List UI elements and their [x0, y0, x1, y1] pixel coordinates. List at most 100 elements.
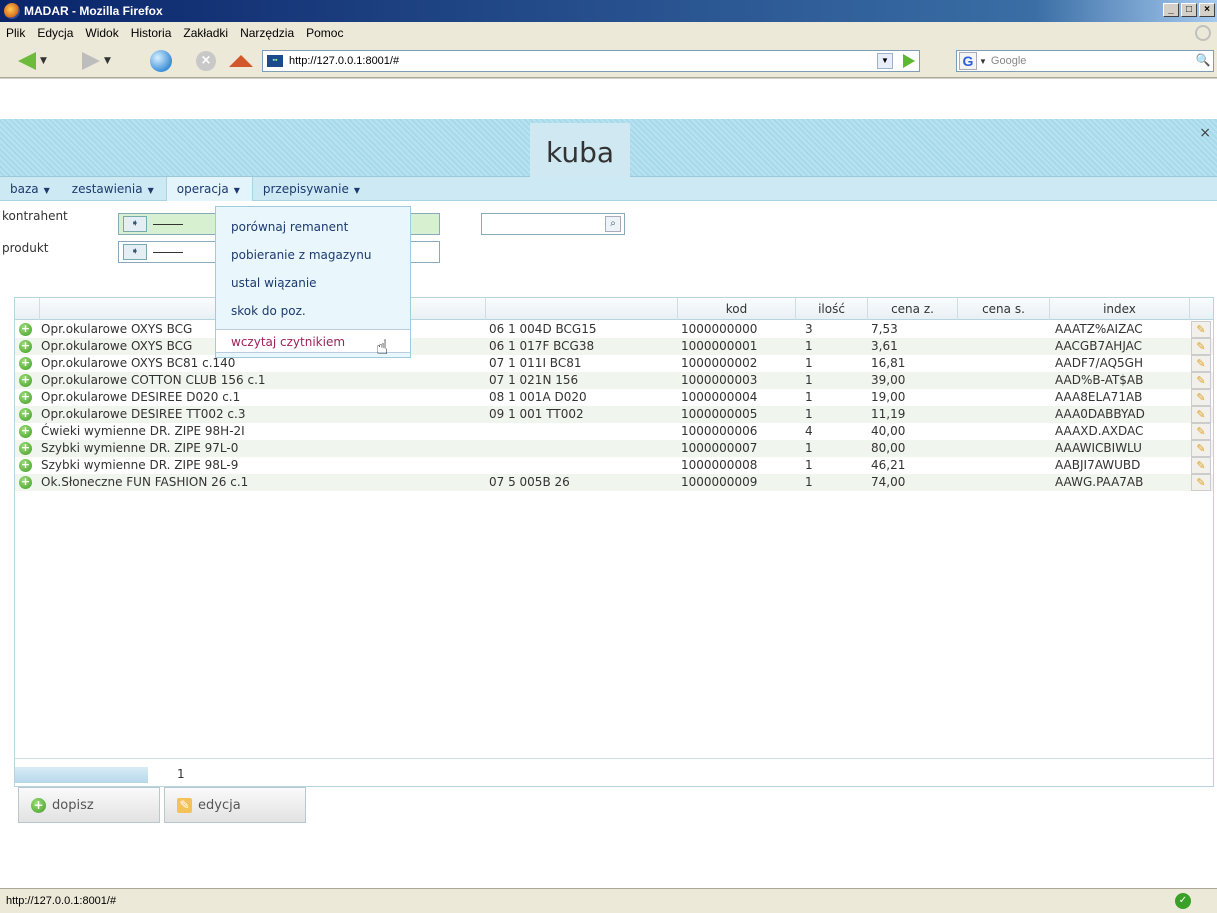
grid-header-cena-s[interactable]: cena s.	[957, 298, 1049, 320]
row-edit-pencil-icon[interactable]: ✎	[1191, 372, 1211, 389]
search-engine-icon[interactable]: G	[959, 52, 977, 70]
dropdown-item-pobieranie[interactable]: pobieranie z magazynu	[216, 243, 410, 267]
add-button-label: dopisz	[52, 797, 94, 813]
table-row[interactable]: + Szybki wymienne DR. ZIPE 97L-0 100000000…	[15, 440, 1213, 457]
address-bar[interactable]: ▪▪ http://127.0.0.1:8001/# ▼	[262, 50, 920, 72]
edit-button[interactable]: ✎ edycja	[164, 787, 306, 823]
cell-kod: 1000000006	[681, 424, 758, 438]
status-url: http://127.0.0.1:8001/#	[6, 895, 117, 907]
grid-footer: 1	[15, 758, 1213, 786]
table-row[interactable]: + Ok.Słoneczne FUN FASHION 26 c.1 07 5 005…	[15, 474, 1213, 491]
combo-arrow-icon[interactable]: ➧	[123, 216, 147, 232]
menu-help[interactable]: Pomoc	[306, 26, 343, 40]
close-icon[interactable]: ×	[1199, 125, 1211, 141]
cell-index: AAAWICBIWLU	[1055, 441, 1142, 455]
close-window-button[interactable]: ×	[1199, 3, 1215, 17]
search-icon[interactable]: 🔍	[1195, 53, 1211, 69]
filter-search-input[interactable]: ⌕	[481, 213, 625, 235]
pager-bar[interactable]	[15, 767, 148, 783]
table-row[interactable]: + Opr.okularowe DESIREE TT002 c.3 09 1 001…	[15, 406, 1213, 423]
minimize-button[interactable]: _	[1163, 3, 1179, 17]
menu-view[interactable]: Widok	[85, 26, 118, 40]
cell-kod: 1000000004	[681, 390, 758, 404]
grid-header-ilosc[interactable]: ilość	[795, 298, 867, 320]
menu-file[interactable]: Plik	[6, 26, 25, 40]
produkt-label: produkt	[2, 241, 49, 255]
menu-history[interactable]: Historia	[131, 26, 172, 40]
cell-qty: 4	[805, 424, 813, 438]
row-edit-pencil-icon[interactable]: ✎	[1191, 321, 1211, 338]
menu-baza[interactable]: baza ▼	[0, 177, 62, 201]
search-icon[interactable]: ⌕	[605, 216, 621, 232]
stop-icon: ×	[196, 51, 216, 71]
table-row[interactable]: + Ćwieki wymienne DR. ZIPE 98H-2I 10000000…	[15, 423, 1213, 440]
row-add-icon[interactable]: +	[19, 340, 32, 353]
page-number[interactable]: 1	[177, 767, 185, 781]
firefox-icon	[4, 3, 20, 19]
grid-header-select[interactable]	[15, 298, 39, 320]
cell-price: 16,81	[871, 356, 906, 370]
back-button[interactable]: ▼	[18, 50, 47, 72]
dropdown-item-porownaj[interactable]: porównaj remanent	[216, 215, 410, 239]
row-edit-pencil-icon[interactable]: ✎	[1191, 389, 1211, 406]
combo-arrow-icon[interactable]: ➧	[123, 244, 147, 260]
cell-qty: 1	[805, 339, 813, 353]
grid-header-kod[interactable]: kod	[677, 298, 795, 320]
cell-price: 74,00	[871, 475, 906, 489]
row-add-icon[interactable]: +	[19, 357, 32, 370]
row-edit-pencil-icon[interactable]: ✎	[1191, 457, 1211, 474]
table-row[interactable]: + Opr.okularowe OXYS BC81 c.140 07 1 011I …	[15, 355, 1213, 372]
table-row[interactable]: + Opr.okularowe COTTON CLUB 156 c.1 07 1 0…	[15, 372, 1213, 389]
forward-button[interactable]: ▼	[82, 50, 111, 72]
row-edit-pencil-icon[interactable]: ✎	[1191, 474, 1211, 491]
row-edit-pencil-icon[interactable]: ✎	[1191, 440, 1211, 457]
go-icon[interactable]	[903, 54, 915, 68]
cell-qty: 1	[805, 373, 813, 387]
row-add-icon[interactable]: +	[19, 323, 32, 336]
search-bar[interactable]: G ▼ Google 🔍	[956, 50, 1214, 72]
menu-edit[interactable]: Edycja	[37, 26, 73, 40]
menu-przepisywanie[interactable]: przepisywanie ▼	[253, 177, 372, 201]
menu-bookmarks[interactable]: Zakładki	[183, 26, 228, 40]
add-button[interactable]: + dopisz	[18, 787, 160, 823]
cell-code	[489, 423, 675, 440]
row-add-icon[interactable]: +	[19, 476, 32, 489]
menu-operacja[interactable]: operacja ▼	[165, 176, 253, 201]
row-add-icon[interactable]: +	[19, 391, 32, 404]
cell-price: 7,53	[871, 322, 898, 336]
row-edit-pencil-icon[interactable]: ✎	[1191, 338, 1211, 355]
address-dropdown-icon[interactable]: ▼	[877, 53, 893, 69]
row-add-icon[interactable]: +	[19, 442, 32, 455]
row-add-icon[interactable]: +	[19, 408, 32, 421]
stop-button[interactable]: ×	[196, 50, 216, 72]
cell-qty: 3	[805, 322, 813, 336]
row-edit-pencil-icon[interactable]: ✎	[1191, 406, 1211, 423]
row-add-icon[interactable]: +	[19, 374, 32, 387]
reload-button[interactable]	[150, 50, 172, 72]
row-add-icon[interactable]: +	[19, 459, 32, 472]
cell-kod: 1000000008	[681, 458, 758, 472]
table-row[interactable]: + Opr.okularowe OXYS BCG 06 1 004D BCG15 10…	[15, 321, 1213, 338]
home-button[interactable]	[229, 50, 253, 72]
menu-tools[interactable]: Narzędzia	[240, 26, 294, 40]
row-edit-pencil-icon[interactable]: ✎	[1191, 423, 1211, 440]
home-icon	[229, 55, 253, 67]
table-row[interactable]: + Szybki wymienne DR. ZIPE 98L-9 100000000…	[15, 457, 1213, 474]
edit-button-label: edycja	[198, 797, 241, 813]
app-title-tab: kuba	[530, 123, 630, 177]
table-row[interactable]: + Opr.okularowe DESIREE D020 c.1 08 1 001A…	[15, 389, 1213, 406]
row-add-icon[interactable]: +	[19, 425, 32, 438]
grid-header-code[interactable]	[485, 298, 677, 320]
grid-header-cena-z[interactable]: cena z.	[867, 298, 957, 320]
cell-code: 07 1 011I BC81	[489, 356, 582, 370]
dropdown-item-skok[interactable]: skok do poz.	[216, 299, 410, 323]
cell-price: 3,61	[871, 339, 898, 353]
dropdown-item-ustal[interactable]: ustal wiązanie	[216, 271, 410, 295]
search-placeholder: Google	[990, 55, 1027, 67]
cell-kod: 1000000005	[681, 407, 758, 421]
maximize-button[interactable]: □	[1181, 3, 1197, 17]
row-edit-pencil-icon[interactable]: ✎	[1191, 355, 1211, 372]
grid-header-index[interactable]: index	[1049, 298, 1189, 320]
menu-zestawienia[interactable]: zestawienia ▼	[62, 177, 166, 201]
table-row[interactable]: + Opr.okularowe OXYS BCG 06 1 017F BCG38 10…	[15, 338, 1213, 355]
